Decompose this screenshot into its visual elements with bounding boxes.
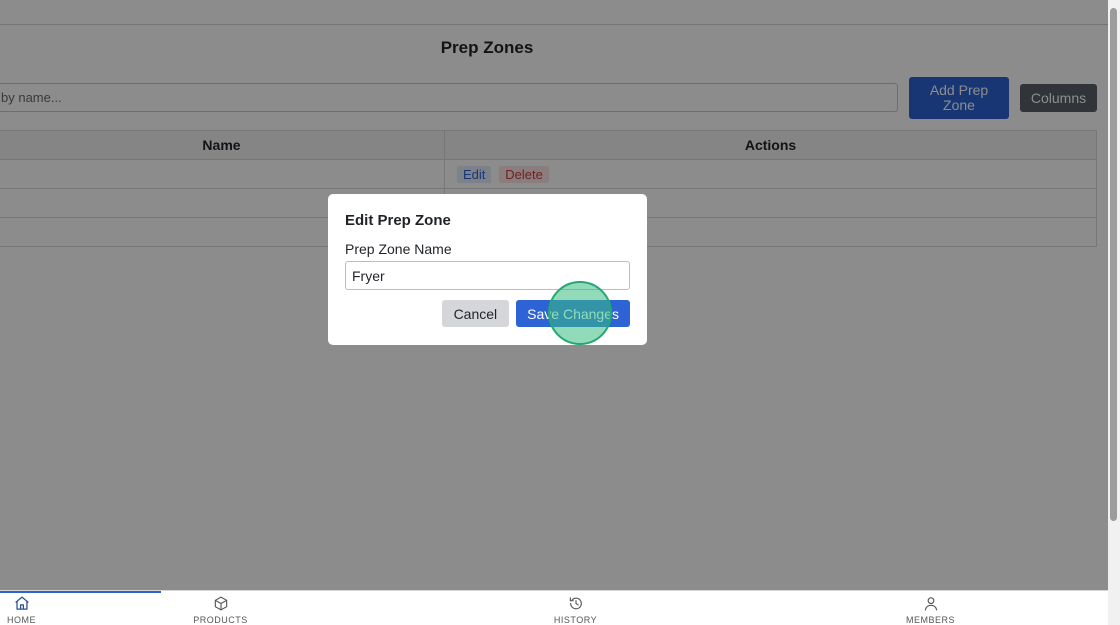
box-icon <box>214 596 227 611</box>
page-scrollbar[interactable] <box>1108 0 1120 625</box>
edit-prep-zone-dialog: Edit Prep Zone Prep Zone Name Cancel Sav… <box>328 194 647 345</box>
nav-label-products: PRODUCTS <box>193 615 248 625</box>
nav-label-history: HISTORY <box>553 615 598 625</box>
history-icon <box>569 597 582 610</box>
save-changes-button[interactable]: Save Changes <box>516 300 630 327</box>
cancel-button[interactable]: Cancel <box>441 300 510 327</box>
dialog-title: Edit Prep Zone <box>345 212 451 229</box>
nav-active-indicator <box>0 591 161 593</box>
nav-label-home: HOME <box>7 615 36 625</box>
nav-item-home[interactable]: HOME <box>0 591 43 625</box>
prep-zone-name-input[interactable] <box>345 261 630 290</box>
dialog-actions: Cancel Save Changes <box>441 300 630 327</box>
home-icon <box>14 596 29 610</box>
prep-zone-name-label: Prep Zone Name <box>345 241 452 257</box>
user-icon <box>924 597 937 611</box>
nav-item-members[interactable]: MEMBERS <box>753 591 1108 625</box>
bottom-nav: HOME PRODUCTS HISTORY MEMBERS <box>0 590 1108 625</box>
nav-item-products[interactable]: PRODUCTS <box>43 591 398 625</box>
scrollbar-thumb[interactable] <box>1110 8 1117 521</box>
nav-label-members: MEMBERS <box>905 615 955 625</box>
nav-item-history[interactable]: HISTORY <box>398 591 753 625</box>
